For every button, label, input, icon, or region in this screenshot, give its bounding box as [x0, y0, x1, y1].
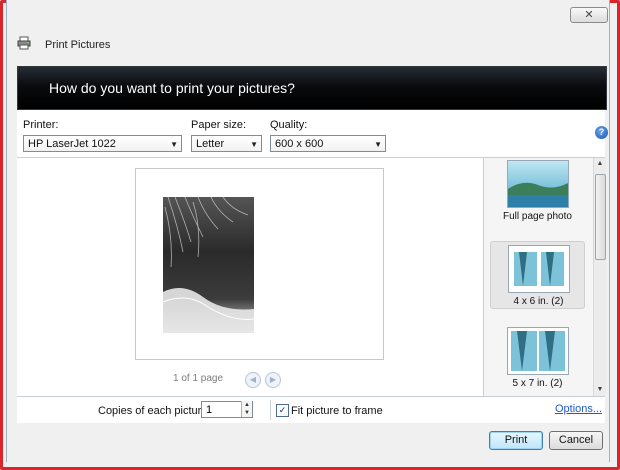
header-banner: How do you want to print your pictures?	[17, 66, 607, 110]
printer-icon	[17, 36, 31, 50]
cancel-button[interactable]: Cancel	[549, 431, 603, 450]
layout-option-4x6[interactable]: 4 x 6 in. (2)	[490, 241, 585, 309]
print-options-bar: Printer: HP LaserJet 1022 ▼ Paper size: …	[17, 110, 608, 158]
paper-size-select[interactable]: Letter ▼	[191, 135, 262, 152]
spin-up-icon[interactable]: ▲	[241, 401, 252, 409]
help-icon[interactable]: ?	[595, 126, 608, 139]
print-button[interactable]: Print	[489, 431, 543, 450]
checkmark-icon: ✓	[278, 405, 287, 415]
layout-label-full-page: Full page photo	[503, 211, 572, 222]
4x6-thumbnail	[508, 245, 570, 293]
close-button[interactable]: ✕	[570, 7, 608, 23]
chevron-down-icon: ▼	[250, 140, 258, 149]
chevron-down-icon: ▼	[374, 140, 382, 149]
quality-label: Quality:	[270, 119, 308, 131]
arrow-left-icon: ◀	[249, 375, 257, 384]
layout-scrollbar[interactable]: ▲ ▼	[593, 158, 606, 396]
quality-select[interactable]: 600 x 600 ▼	[270, 135, 386, 152]
previous-page-button[interactable]: ◀	[245, 372, 261, 388]
next-page-button[interactable]: ▶	[265, 372, 281, 388]
copies-value: 1	[206, 404, 213, 416]
full-page-thumbnail	[507, 160, 569, 208]
preview-pane: 1 of 1 page ◀ ▶	[17, 158, 484, 396]
layout-label-5x7: 5 x 7 in. (2)	[512, 378, 563, 389]
layout-option-full-page[interactable]: Full page photo	[490, 158, 585, 226]
printer-label: Printer:	[23, 119, 59, 131]
arrow-right-icon: ▶	[269, 375, 277, 384]
layout-option-5x7[interactable]: 5 x 7 in. (2)	[490, 324, 585, 392]
5x7-thumbnail	[507, 327, 569, 375]
copies-label: Copies of each picture:	[98, 405, 211, 417]
close-icon: ✕	[584, 9, 594, 21]
dialog-footer: Print Cancel	[17, 423, 605, 457]
paper-size-select-value: Letter	[196, 138, 225, 150]
title-bar: Print Pictures	[7, 30, 609, 58]
paper-size-label: Paper size:	[191, 119, 247, 131]
chevron-down-icon: ▼	[170, 140, 178, 149]
copies-bar: Copies of each picture: 1 ▲ ▼ ✓ Fit pict…	[17, 396, 605, 423]
page-preview	[135, 168, 384, 360]
printer-select-value: HP LaserJet 1022	[28, 138, 116, 150]
banner-heading: How do you want to print your pictures?	[49, 80, 295, 96]
window-title: Print Pictures	[45, 39, 111, 51]
divider	[270, 400, 271, 420]
scroll-down-icon[interactable]: ▼	[594, 384, 606, 396]
fit-frame-checkbox[interactable]: ✓	[276, 404, 289, 417]
photo-preview	[163, 197, 254, 333]
scroll-up-icon[interactable]: ▲	[594, 158, 606, 170]
options-link[interactable]: Options...	[555, 403, 602, 415]
scrollbar-thumb[interactable]	[595, 174, 606, 260]
quality-select-value: 600 x 600	[275, 138, 324, 150]
layout-label-4x6: 4 x 6 in. (2)	[513, 296, 564, 307]
layout-list: Full page photo 4 x 6 in. (2) 5 x 7 in. …	[484, 158, 606, 396]
printer-select[interactable]: HP LaserJet 1022 ▼	[23, 135, 182, 152]
print-pictures-window: ✕ Print Pictures How do you want to prin…	[6, 0, 610, 462]
spin-down-icon[interactable]: ▼	[241, 409, 252, 417]
fit-frame-label: Fit picture to frame	[291, 405, 383, 417]
page-count: 1 of 1 page	[173, 373, 224, 384]
